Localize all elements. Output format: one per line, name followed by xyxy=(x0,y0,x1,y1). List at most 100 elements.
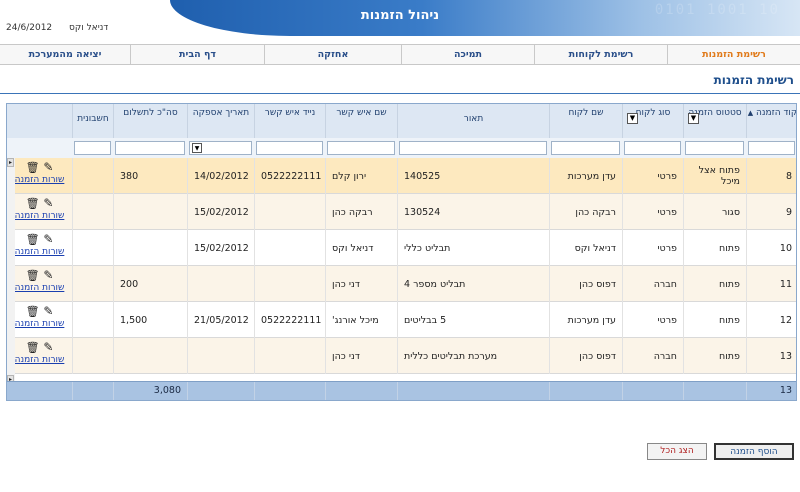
delete-icon[interactable]: 🗑 xyxy=(26,341,40,354)
row-actions: 🗑 ✎ שורות הזמנה xyxy=(7,268,72,293)
filter-input-total[interactable] xyxy=(115,141,185,155)
cell-total xyxy=(113,194,187,230)
filter-input-customer-type[interactable] xyxy=(624,141,681,155)
col-header-customer-type[interactable]: סוג לקוח ▼ xyxy=(622,104,683,138)
footer-cell xyxy=(254,382,325,400)
cell-order-code: 10 xyxy=(746,230,796,266)
delete-icon[interactable]: 🗑 xyxy=(26,269,40,282)
nav-home[interactable]: דף הבית xyxy=(130,45,264,64)
order-lines-link[interactable]: שורות הזמנה xyxy=(7,355,72,365)
col-header-contact-mobile[interactable]: נייד איש קשר xyxy=(254,104,325,138)
table-row[interactable]: 9 סגור פרטי רבקה כהן 130524 רבקה כהן 15/02/201… xyxy=(7,194,796,230)
cell-contact-name: דניאל וקס xyxy=(325,230,397,266)
cell-order-code: 13 xyxy=(746,338,796,374)
row-actions: 🗑 ✎ שורות הזמנה xyxy=(7,304,72,329)
col-header-delivery-date[interactable]: תאריך אספקה xyxy=(187,104,254,138)
cell-customer-name: רבקה כהן xyxy=(549,194,622,230)
scroll-left-icon[interactable]: ▸ xyxy=(7,158,14,167)
cell-status: פתוח אצל מיכל xyxy=(683,158,746,194)
edit-icon[interactable]: ✎ xyxy=(43,304,53,318)
horizontal-scroll-area[interactable]: ▸ ▸ xyxy=(7,158,15,384)
col-header-label: סוג לקוח xyxy=(635,108,671,118)
edit-icon[interactable]: ✎ xyxy=(43,232,53,246)
filter-input-contact-mobile[interactable] xyxy=(256,141,323,155)
edit-icon[interactable]: ✎ xyxy=(43,268,53,282)
banner-decoration: 0101 1001 10 xyxy=(654,2,780,18)
cell-invoice xyxy=(72,194,113,230)
table-row[interactable]: 13 פתוח חברה דפוס כהן מערכת תבליטים כללית דני… xyxy=(7,338,796,374)
cell-total: 200 xyxy=(113,266,187,302)
footer-cell xyxy=(187,382,254,400)
add-order-button[interactable]: הוסף הזמנה xyxy=(714,443,794,460)
nav-maintenance[interactable]: אחזקה xyxy=(264,45,401,64)
filter-input-invoice[interactable] xyxy=(74,141,111,155)
current-date: 24/6/2012 xyxy=(6,23,53,33)
delete-icon[interactable]: 🗑 xyxy=(26,197,40,210)
footer-cell xyxy=(397,382,549,400)
col-header-order-code[interactable]: קוד הזמנה ▲ xyxy=(746,104,796,138)
cell-delivery-date: 21/05/2012 xyxy=(187,302,254,338)
cell-total xyxy=(113,338,187,374)
col-header-contact-name[interactable]: שם איש קשר xyxy=(325,104,397,138)
filter-input-delivery-date[interactable]: ▼ xyxy=(189,141,252,155)
filter-input-order-code[interactable] xyxy=(748,141,795,155)
cell-customer-name: דניאל וקס xyxy=(549,230,622,266)
filter-input-description[interactable] xyxy=(399,141,547,155)
row-actions: 🗑 ✎ שורות הזמנה xyxy=(7,232,72,257)
nav-logout[interactable]: יציאה מהמערכת xyxy=(0,45,130,64)
cell-contact-mobile xyxy=(254,230,325,266)
grid-filter-row: ▼ xyxy=(7,138,796,158)
table-row[interactable]: 12 פתוח פרטי עדן מערכות 5 בבליטים מיכל אורנג'… xyxy=(7,302,796,338)
footer-cell xyxy=(622,382,683,400)
order-lines-link[interactable]: שורות הזמנה xyxy=(7,283,72,293)
cell-order-code: 11 xyxy=(746,266,796,302)
current-user: דניאל וקס xyxy=(69,23,109,33)
footer-cell xyxy=(72,382,113,400)
col-header-total[interactable]: סה"כ לתשלום xyxy=(113,104,187,138)
filter-input-customer-name[interactable] xyxy=(551,141,620,155)
cell-customer-name: עדן מערכות xyxy=(549,302,622,338)
nav-support[interactable]: תמיכה xyxy=(401,45,534,64)
edit-icon[interactable]: ✎ xyxy=(43,160,53,174)
delete-icon[interactable]: 🗑 xyxy=(26,233,40,246)
delete-icon[interactable]: 🗑 xyxy=(26,161,40,174)
cell-contact-name: מיכל אורנג' xyxy=(325,302,397,338)
cell-invoice xyxy=(72,266,113,302)
row-action-icons: 🗑 ✎ xyxy=(7,340,72,355)
col-header-description[interactable]: תאור xyxy=(397,104,549,138)
col-header-customer-name[interactable]: שם לקוח xyxy=(549,104,622,138)
cell-customer-type: פרטי xyxy=(622,194,683,230)
cell-customer-name: דפוס כהן xyxy=(549,266,622,302)
filter-input-status[interactable] xyxy=(685,141,744,155)
col-header-status[interactable]: סטטוס הזמנה ▼ xyxy=(683,104,746,138)
order-lines-link[interactable]: שורות הזמנה xyxy=(7,211,72,221)
cell-contact-name: ירון קלם xyxy=(325,158,397,194)
show-all-button[interactable]: הצג הכל xyxy=(647,443,707,460)
table-row[interactable]: 8 פתוח אצל מיכל פרטי עדן מערכות 140525 ירון ק… xyxy=(7,158,796,194)
grid-body: 8 פתוח אצל מיכל פרטי עדן מערכות 140525 ירון ק… xyxy=(7,158,796,384)
table-row[interactable]: 11 פתוח חברה דפוס כהן תבליט מספר 4 דני כהן 200… xyxy=(7,266,796,302)
filter-dropdown-icon[interactable]: ▼ xyxy=(688,113,699,124)
cell-customer-name: עדן מערכות xyxy=(549,158,622,194)
edit-icon[interactable]: ✎ xyxy=(43,340,53,354)
cell-total: 1,500 xyxy=(113,302,187,338)
order-lines-link[interactable]: שורות הזמנה xyxy=(7,319,72,329)
delete-icon[interactable]: 🗑 xyxy=(26,305,40,318)
date-dropdown-icon[interactable]: ▼ xyxy=(192,143,202,153)
cell-status: סגור xyxy=(683,194,746,230)
order-lines-link[interactable]: שורות הזמנה xyxy=(7,175,72,185)
filter-input-contact-name[interactable] xyxy=(327,141,395,155)
cell-invoice xyxy=(72,302,113,338)
table-row[interactable]: 10 פתוח פרטי דניאל וקס תבליט כללי דניאל וקס 15… xyxy=(7,230,796,266)
footer-count: 13 xyxy=(746,382,796,400)
cell-delivery-date: 15/02/2012 xyxy=(187,194,254,230)
filter-dropdown-icon[interactable]: ▼ xyxy=(627,113,638,124)
nav-orders-list[interactable]: רשימת הזמנות xyxy=(667,45,800,64)
footer-cell xyxy=(549,382,622,400)
cell-order-code: 9 xyxy=(746,194,796,230)
edit-icon[interactable]: ✎ xyxy=(43,196,53,210)
order-lines-link[interactable]: שורות הזמנה xyxy=(7,247,72,257)
nav-customers-list[interactable]: רשימת לקוחות xyxy=(534,45,667,64)
col-header-invoice[interactable]: חשבונית xyxy=(72,104,113,138)
cell-contact-mobile xyxy=(254,266,325,302)
